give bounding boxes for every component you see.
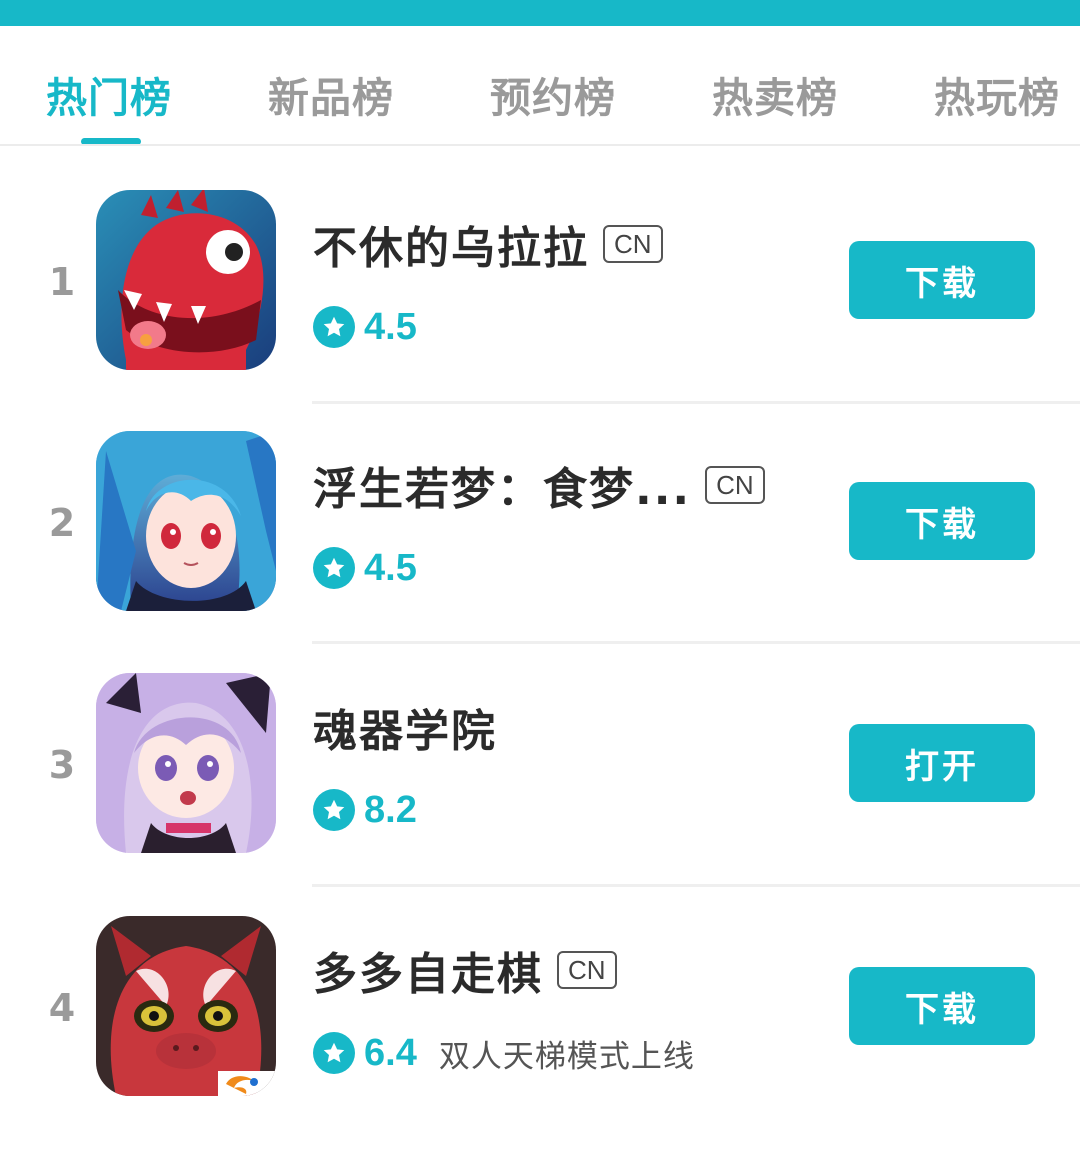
cn-badge: CN	[603, 225, 663, 263]
rank-number: 2	[48, 501, 76, 545]
download-button[interactable]: 下载	[849, 241, 1035, 319]
game-title[interactable]: 魂器学院	[313, 695, 497, 759]
tab-new[interactable]: 新品榜	[268, 64, 394, 124]
tab-hot[interactable]: 热门榜	[46, 64, 172, 124]
game-title[interactable]: 不休的乌拉拉	[313, 212, 589, 276]
red-dinosaur-icon[interactable]	[96, 190, 276, 370]
game-subtitle: 双人天梯模式上线	[438, 1038, 695, 1075]
rating-value: 4.5	[364, 546, 417, 589]
list-item[interactable]: 3 魂器学院 8.2 打开	[0, 673, 1080, 913]
game-title[interactable]: 浮生若梦：食梦...	[313, 453, 691, 517]
star-icon	[313, 1032, 355, 1074]
tabs-divider	[0, 144, 1080, 146]
cn-badge: CN	[705, 466, 765, 504]
ranking-tabs: 热门榜 新品榜 预约榜 热卖榜 热玩榜	[0, 26, 1080, 144]
row-divider	[312, 884, 1080, 887]
rank-number: 4	[48, 986, 76, 1030]
download-button[interactable]: 下载	[849, 967, 1035, 1045]
row-divider	[312, 641, 1080, 644]
rating-value: 8.2	[364, 788, 417, 831]
rating-value: 4.5	[364, 305, 417, 348]
tab-most-played[interactable]: 热玩榜	[934, 64, 1060, 124]
cn-badge: CN	[557, 951, 617, 989]
list-item[interactable]: 2 浮生若梦：食梦... CN 4.5 下载	[0, 431, 1080, 671]
top-status-bar	[0, 0, 1080, 26]
open-button[interactable]: 打开	[849, 724, 1035, 802]
red-demon-icon[interactable]	[96, 916, 276, 1096]
purple-hair-anime-girl-icon[interactable]	[96, 673, 276, 853]
star-icon	[313, 306, 355, 348]
star-icon	[313, 547, 355, 589]
list-item[interactable]: 1 不休的乌拉拉 CN 4.5 下载	[0, 190, 1080, 430]
row-divider	[312, 401, 1080, 404]
game-title[interactable]: 多多自走棋	[313, 938, 543, 1002]
rating-value: 6.4	[364, 1031, 417, 1074]
blue-hair-anime-girl-icon[interactable]	[96, 431, 276, 611]
rank-number: 1	[48, 260, 76, 304]
download-button[interactable]: 下载	[849, 482, 1035, 560]
rank-number: 3	[48, 743, 76, 787]
list-item[interactable]: 4 多多自走棋 CN 6.4 双人天梯模式上线 下载	[0, 916, 1080, 1156]
tab-reserve[interactable]: 预约榜	[490, 64, 616, 124]
tab-best-selling[interactable]: 热卖榜	[712, 64, 838, 124]
star-icon	[313, 789, 355, 831]
